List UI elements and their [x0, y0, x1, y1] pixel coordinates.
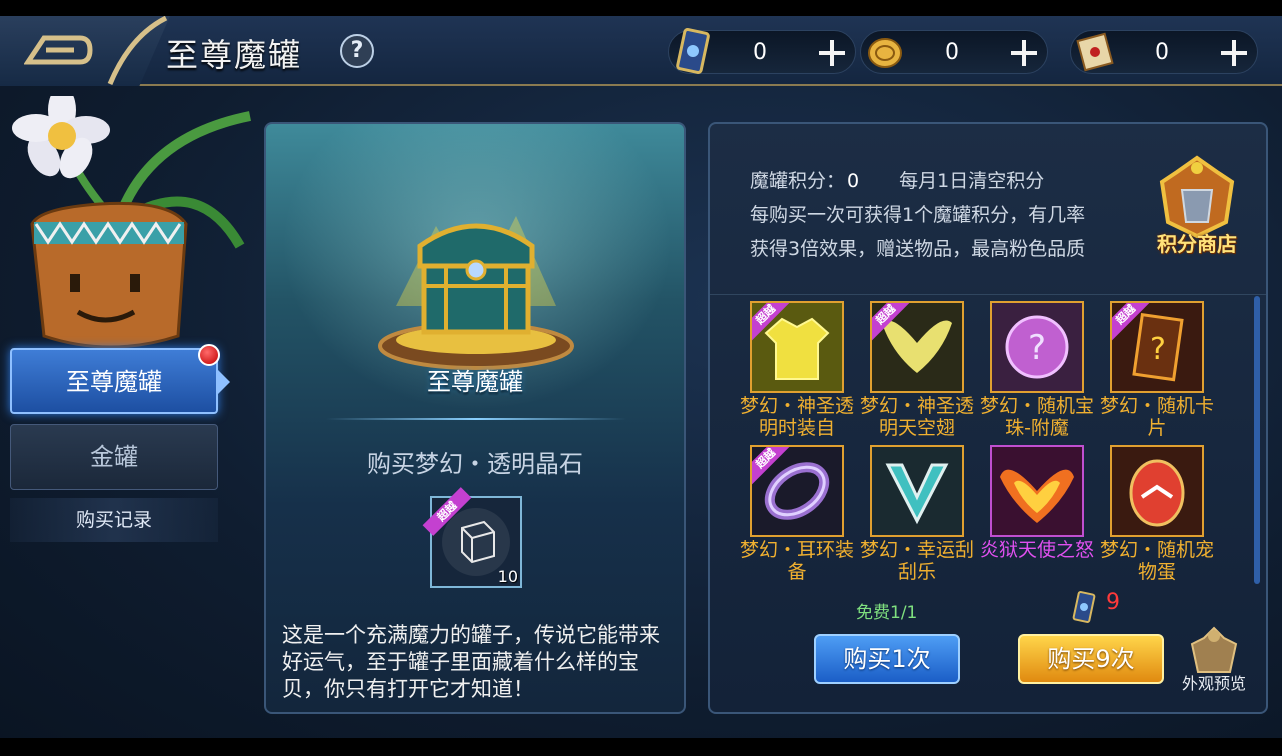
scrollbar-thumb[interactable]	[1254, 296, 1260, 584]
svg-text:?: ?	[1028, 328, 1046, 368]
score-row: 魔罐积分： 0 每月1日清空积分	[750, 166, 1044, 193]
item-quantity: 10	[497, 567, 518, 586]
divider	[326, 418, 626, 420]
currency-card-value: 0	[753, 40, 767, 65]
reward-item[interactable]: ? 梦幻・随机宝珠-附魔	[974, 297, 1094, 441]
add-coin-button[interactable]	[1007, 36, 1041, 70]
item-frame	[870, 445, 964, 537]
add-scroll-button[interactable]	[1217, 36, 1251, 70]
item-frame: ? 超越	[1110, 301, 1204, 393]
purchase-item-label: 购买梦幻・透明晶石	[367, 450, 583, 478]
coin-icon	[868, 38, 902, 68]
item-name: 梦幻・神圣透明天空翅	[859, 395, 974, 439]
free-count-text: 免费1/1	[856, 603, 918, 623]
reward-item[interactable]: 超越 梦幻・耳环装备	[734, 441, 854, 585]
orb-icon: ?	[992, 303, 1082, 391]
sidebar-tab-supreme-jar[interactable]: 至尊魔罐	[10, 344, 230, 414]
currency-card: 0	[668, 28, 856, 74]
score-reset-note: 每月1日清空积分	[899, 170, 1045, 192]
reward-item[interactable]: 超越 梦幻・神圣透明天空翅	[854, 297, 974, 441]
crystal-item-slot[interactable]: 超越 10	[422, 487, 522, 588]
score-info: 每购买一次可获得1个魔罐积分，有几率获得3倍效果，赠送物品，最高粉色品质	[750, 204, 1086, 260]
item-frame: 超越	[750, 301, 844, 393]
armor-figure-icon	[1190, 626, 1238, 673]
rewards-panel: 魔罐积分： 0 每月1日清空积分 每购买一次可获得1个魔罐积分，有几率获得3倍效果，…	[708, 122, 1268, 714]
item-frame: 超越	[870, 301, 964, 393]
add-card-button[interactable]	[815, 36, 849, 70]
letterbox-bottom	[0, 738, 1282, 756]
currency-coin: 0	[860, 30, 1048, 74]
reward-item[interactable]: 梦幻・随机宠物蛋	[1094, 441, 1214, 585]
treasure-chest-icon[interactable]	[366, 186, 586, 376]
purchase-records-tab[interactable]: 购买记录	[10, 498, 218, 542]
header-divider-icon	[107, 16, 168, 85]
buy-once-button[interactable]: 购买1次	[814, 634, 960, 684]
reward-item[interactable]: 超越 梦幻・神圣透明时装自	[734, 297, 854, 441]
card-icon	[1072, 591, 1096, 623]
score-value: 0	[847, 170, 860, 192]
currency-scroll-value: 0	[1155, 40, 1169, 65]
jar-description: 这是一个充满魔力的罐子，传说它能带来好运气，至于罐子里面藏着什么样的宝贝，你只有…	[282, 623, 660, 701]
item-frame	[990, 445, 1084, 537]
chest-name: 至尊魔罐	[427, 368, 523, 396]
currency-scroll: 0	[1070, 30, 1258, 74]
scroll-icon	[1076, 32, 1114, 72]
item-name: 梦幻・随机宠物蛋	[1099, 539, 1214, 583]
sidebar-tab-gold-jar[interactable]: 金罐	[10, 424, 218, 490]
item-frame: ?	[990, 301, 1084, 393]
points-shop-button[interactable]: 积分商店	[1142, 152, 1252, 262]
fire-wings-icon	[992, 447, 1082, 535]
sidebar-tab-label: 金罐	[90, 443, 138, 471]
reward-item[interactable]: 梦幻・幸运刮刮乐	[854, 441, 974, 585]
item-name: 梦幻・幸运刮刮乐	[859, 539, 974, 583]
item-frame	[1110, 445, 1204, 537]
item-name: 炎狱天使之怒	[979, 539, 1094, 561]
reward-item[interactable]: ? 超越 梦幻・随机卡片	[1094, 297, 1214, 441]
notification-badge	[198, 344, 220, 366]
points-shop-label: 积分商店	[1157, 232, 1237, 256]
help-button[interactable]: ?	[340, 34, 374, 68]
reward-grid: 超越 梦幻・神圣透明时装自 超越 梦幻・神圣透明天空翅 ? 梦幻・随机宝珠-附魔…	[710, 294, 1266, 590]
nine-cost-value: 9	[1106, 590, 1120, 615]
flower-pot-mascot-icon	[12, 96, 251, 349]
item-name: 梦幻・随机卡片	[1099, 395, 1214, 439]
appearance-preview-label: 外观预览	[1181, 674, 1246, 693]
top-bar: 至尊魔罐 ? 0 0 0	[0, 16, 1282, 86]
item-name: 梦幻・耳环装备	[739, 539, 854, 583]
item-frame: 超越	[750, 445, 844, 537]
currency-coin-value: 0	[945, 40, 959, 65]
v-badge-icon	[872, 447, 962, 535]
page-title: 至尊魔罐	[166, 36, 303, 74]
item-name: 梦幻・神圣透明时装自	[739, 395, 854, 439]
score-label: 魔罐积分：	[750, 170, 846, 192]
svg-text:?: ?	[1150, 332, 1166, 367]
letterbox-top	[0, 0, 1282, 16]
sidebar-tab-label: 至尊魔罐	[66, 368, 162, 396]
card-icon	[676, 28, 710, 74]
item-name: 梦幻・随机宝珠-附魔	[979, 395, 1094, 439]
reward-item[interactable]: 炎狱天使之怒	[974, 441, 1094, 585]
game-screen: 至尊魔罐 ? 0 0 0 至尊魔罐 金罐 购买记录 至尊魔罐 购买梦幻・透明晶石…	[0, 0, 1282, 756]
back-arrow-icon	[24, 35, 93, 65]
appearance-preview-button[interactable]: 外观预览	[1174, 624, 1254, 694]
jar-display-panel: 至尊魔罐 购买梦幻・透明晶石 超越 10 这是一个充满魔力的罐子，传说它能带来好…	[264, 122, 686, 714]
egg-icon	[1112, 447, 1202, 535]
buy-nine-button[interactable]: 购买9次	[1018, 634, 1164, 684]
